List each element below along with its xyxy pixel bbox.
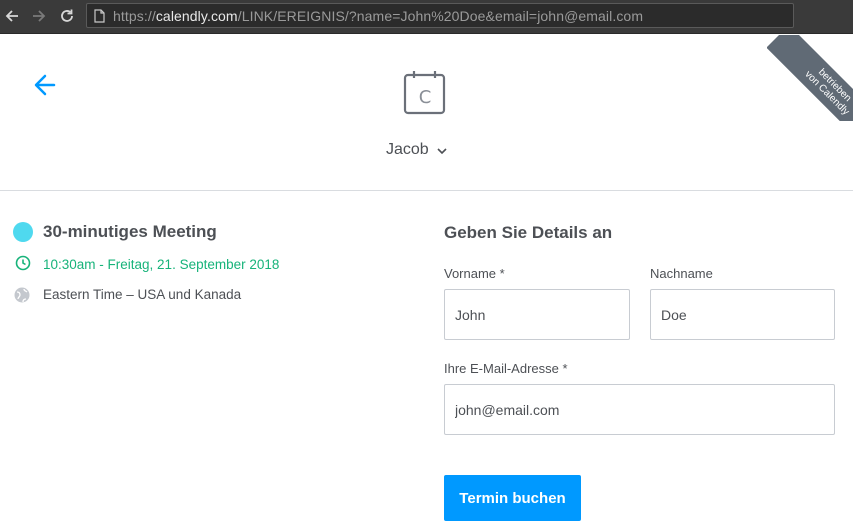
event-color-dot xyxy=(13,222,33,242)
url-prefix: https:// xyxy=(113,8,156,24)
back-arrow-icon[interactable] xyxy=(30,71,60,99)
url-domain: calendly.com xyxy=(155,8,238,24)
last-name-field[interactable] xyxy=(650,289,835,340)
first-name-label: Vorname * xyxy=(444,266,505,281)
browser-toolbar: https://calendly.com/LINK/EREIGNIS/?name… xyxy=(0,0,853,34)
last-name-label: Nachname xyxy=(650,266,713,281)
calendar-logo-icon: C xyxy=(403,70,447,121)
browser-back-icon[interactable] xyxy=(3,7,21,25)
event-name: 30-minutiges Meeting xyxy=(43,222,217,241)
host-dropdown[interactable]: Jacob xyxy=(386,139,447,161)
booking-page: C Jacob betrieben von Calendly 30-minuti… xyxy=(0,35,853,525)
form-title: Geben Sie Details an xyxy=(444,223,613,242)
host-name: Jacob xyxy=(386,141,429,158)
email-label: Ihre E-Mail-Adresse * xyxy=(444,361,568,376)
powered-by-calendly-ribbon[interactable]: betrieben von Calendly xyxy=(767,35,853,121)
browser-reload-icon[interactable] xyxy=(58,7,76,25)
first-name-field[interactable] xyxy=(444,289,630,340)
book-appointment-button[interactable]: Termin buchen xyxy=(444,475,581,521)
globe-icon xyxy=(13,287,31,308)
header-divider xyxy=(0,190,853,191)
event-time: 10:30am - Freitag, 21. September 2018 xyxy=(43,257,280,272)
ribbon-band: betrieben von Calendly xyxy=(767,35,853,121)
chevron-down-icon xyxy=(437,142,447,160)
calendar-letter: C xyxy=(419,87,432,108)
email-field[interactable] xyxy=(444,384,835,435)
url-text: https://calendly.com/LINK/EREIGNIS/?name… xyxy=(113,8,643,24)
page-icon xyxy=(94,9,105,28)
event-time-row: 10:30am - Freitag, 21. September 2018 xyxy=(13,255,279,276)
address-bar[interactable]: https://calendly.com/LINK/EREIGNIS/?name… xyxy=(86,3,794,28)
url-path: /LINK/EREIGNIS/?name=John%20Doe&email=jo… xyxy=(237,8,644,24)
browser-forward-icon[interactable] xyxy=(30,7,48,25)
clock-icon xyxy=(15,255,31,276)
event-timezone: Eastern Time – USA und Kanada xyxy=(43,287,242,302)
timezone-row: Eastern Time – USA und Kanada xyxy=(13,286,241,309)
